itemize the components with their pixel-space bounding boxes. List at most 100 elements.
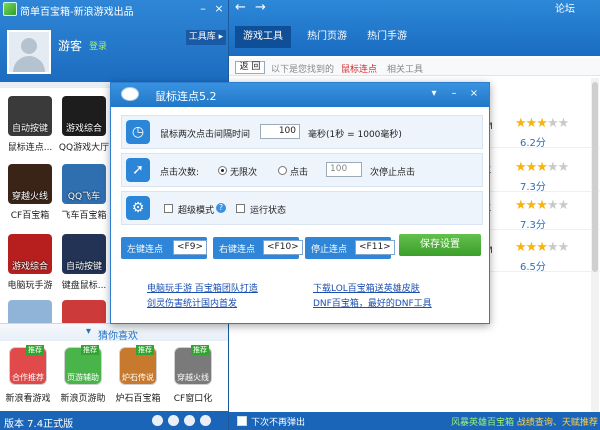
- app-tile-label: 飞车百宝箱: [61, 211, 107, 221]
- recommend-badge: 推荐: [136, 345, 154, 355]
- run-state-checkbox[interactable]: [236, 204, 245, 213]
- limited-radio[interactable]: [278, 166, 287, 175]
- login-link[interactable]: 登录: [89, 39, 107, 52]
- unlimited-label: 无限次: [230, 168, 258, 178]
- right-click-button[interactable]: 右键连点 <F10>: [213, 237, 303, 259]
- toolbox-tab-label: 工具库: [188, 32, 216, 42]
- interval-input[interactable]: 100: [260, 124, 300, 139]
- results-scrollbar[interactable]: [591, 78, 599, 412]
- limited-label: 点击: [290, 168, 309, 178]
- right-click-label: 右键连点: [219, 245, 256, 255]
- guess-list: 合作推荐 推荐 新浪看游戏 页游辅助 推荐 新浪页游助 炉石传说 推荐 炉石百宝…: [0, 341, 228, 411]
- promo-link-blade[interactable]: 剑灵伤害统计国内首发: [147, 296, 237, 309]
- settings-icon[interactable]: [168, 415, 179, 426]
- user-header: 简单百宝箱-新浪游戏出品 – × 游客 登录 工具库 ▸: [0, 0, 228, 82]
- forward-arrow-icon[interactable]: →: [255, 0, 266, 15]
- guess-item[interactable]: 炉石传说 推荐 炉石百宝箱: [110, 345, 166, 409]
- rating-stars: ★★★★★: [515, 160, 569, 175]
- footer-link-stats[interactable]: 战绩查询、天赋推荐: [517, 418, 598, 428]
- minimize-icon[interactable]: –: [196, 2, 210, 16]
- minimize-icon[interactable]: –: [447, 87, 461, 101]
- app-tile[interactable]: 游戏综合 QQ游戏大厅: [56, 92, 112, 156]
- app-tile[interactable]: 自动按键 鼠标连点...: [2, 92, 58, 156]
- footer-link-heroes[interactable]: 风暴英雄百宝箱: [451, 418, 514, 428]
- app-logo-icon: [3, 2, 17, 16]
- super-mode-label: 超级模式: [178, 206, 215, 216]
- app-tile-icon: 穿越火线: [8, 164, 52, 204]
- app-tile[interactable]: 自动按键 键盘鼠标...: [56, 230, 112, 294]
- toolbox-tab[interactable]: 工具库 ▸: [186, 30, 226, 45]
- app-title: 简单百宝箱-新浪游戏出品: [20, 7, 134, 18]
- promo-link-lol[interactable]: 下载LOL百宝箱送英雄皮肤: [313, 281, 420, 294]
- no-popup-checkbox[interactable]: [237, 416, 247, 426]
- guess-header: ▾ 猜你喜欢: [0, 323, 228, 342]
- run-state-label: 运行状态: [250, 206, 287, 216]
- gear-icon: ⚙: [126, 196, 150, 220]
- right-header: ← → 论坛 游戏工具 热门页游 热门手游: [229, 0, 600, 56]
- app-tile-label: 鼠标连点...: [7, 143, 53, 153]
- guess-item[interactable]: 页游辅助 推荐 新浪页游助: [55, 345, 111, 409]
- share-icon[interactable]: [152, 415, 163, 426]
- right-click-hotkey[interactable]: <F10>: [263, 240, 303, 255]
- footer-links: 风暴英雄百宝箱 战绩查询、天赋推荐: [451, 415, 598, 428]
- tab-game-tools[interactable]: 游戏工具: [235, 26, 291, 48]
- rating-score: 6.5分: [520, 262, 546, 273]
- menu-icon[interactable]: [200, 415, 211, 426]
- skin-icon[interactable]: [184, 415, 195, 426]
- app-tile-label: 电脑玩手游: [7, 281, 53, 291]
- version-bar: 版本 7.4正式版: [0, 411, 228, 430]
- count-input[interactable]: 100: [326, 162, 362, 177]
- dropdown-icon[interactable]: ▾: [427, 87, 441, 101]
- clock-icon: ◷: [126, 120, 150, 144]
- dialog-title: 鼠标连点5.2: [155, 90, 217, 103]
- guess-item-label: 炉石百宝箱: [115, 394, 161, 404]
- close-icon[interactable]: ×: [212, 2, 226, 16]
- app-tile[interactable]: 游戏综合 电脑玩手游: [2, 230, 58, 294]
- breadcrumb-keyword: 鼠标连点: [341, 65, 378, 75]
- back-button[interactable]: 返 回: [235, 61, 265, 74]
- app-tile-icon: 自动按键: [8, 96, 52, 136]
- guess-item-label: CF窗口化: [173, 394, 213, 404]
- breadcrumb-prefix: 以下是您找到的: [271, 65, 335, 75]
- app-tile[interactable]: 穿越火线 CF百宝箱: [2, 160, 58, 224]
- left-click-hotkey[interactable]: <F9>: [173, 240, 207, 255]
- recommend-badge: 推荐: [81, 345, 99, 355]
- no-popup-label: 下次不再弹出: [251, 418, 306, 428]
- tab-hot-web-games[interactable]: 热门页游: [299, 26, 355, 48]
- app-titlebar: 简单百宝箱-新浪游戏出品 – ×: [0, 0, 228, 18]
- guess-item[interactable]: 穿越火线 推荐 CF窗口化: [165, 345, 221, 409]
- count-row: ➚ 点击次数: 无限次 点击 100 次停止点击: [121, 153, 483, 187]
- app-tile-label: QQ游戏大厅: [58, 143, 110, 153]
- promo-link-mobile[interactable]: 电脑玩手游 百宝箱团队打造: [147, 281, 258, 294]
- breadcrumb: 返 回 以下是您找到的 鼠标连点 相关工具: [229, 58, 600, 76]
- app-tile[interactable]: QQ飞车 飞车百宝箱: [56, 160, 112, 224]
- avatar-head-icon: [21, 38, 37, 54]
- guess-item[interactable]: 合作推荐 推荐 新浪看游戏: [0, 345, 56, 409]
- back-arrow-icon[interactable]: ←: [235, 0, 246, 15]
- super-mode-checkbox[interactable]: [164, 204, 173, 213]
- avatar[interactable]: [7, 30, 51, 74]
- right-footer: 下次不再弹出 风暴英雄百宝箱 战绩查询、天赋推荐: [229, 412, 600, 430]
- close-icon[interactable]: ×: [467, 87, 481, 101]
- save-settings-button[interactable]: 保存设置: [399, 234, 481, 256]
- stop-click-label: 停止连点: [311, 245, 348, 255]
- tab-hot-mobile-games[interactable]: 热门手游: [359, 26, 415, 48]
- stop-click-hotkey[interactable]: <F11>: [355, 240, 395, 255]
- cursor-icon: ➚: [126, 158, 150, 182]
- interval-label: 鼠标两次点击间隔时间: [160, 130, 251, 140]
- guess-header-icon: ▾: [86, 326, 92, 337]
- stop-click-button[interactable]: 停止连点 <F11>: [305, 237, 395, 259]
- version-text: 版本 7.4正式版: [4, 419, 74, 430]
- scrollbar-thumb[interactable]: [592, 82, 598, 272]
- recommend-badge: 推荐: [191, 345, 209, 355]
- promo-link-dnf[interactable]: DNF百宝箱，最好的DNF工具: [313, 296, 432, 309]
- guess-title: 猜你喜欢: [98, 331, 138, 342]
- forum-link[interactable]: 论坛: [555, 0, 575, 15]
- unlimited-radio[interactable]: [218, 166, 227, 175]
- app-tile-label: CF百宝箱: [10, 211, 50, 221]
- rating-score: 6.2分: [520, 138, 546, 149]
- left-click-button[interactable]: 左键连点 <F9>: [121, 237, 207, 259]
- rating-stars: ★★★★★: [515, 240, 569, 255]
- clicker-dialog: 鼠标连点5.2 ▾ – × ◷ 鼠标两次点击间隔时间 100 毫秒(1秒 = 1…: [110, 82, 490, 324]
- help-icon[interactable]: ?: [216, 203, 226, 213]
